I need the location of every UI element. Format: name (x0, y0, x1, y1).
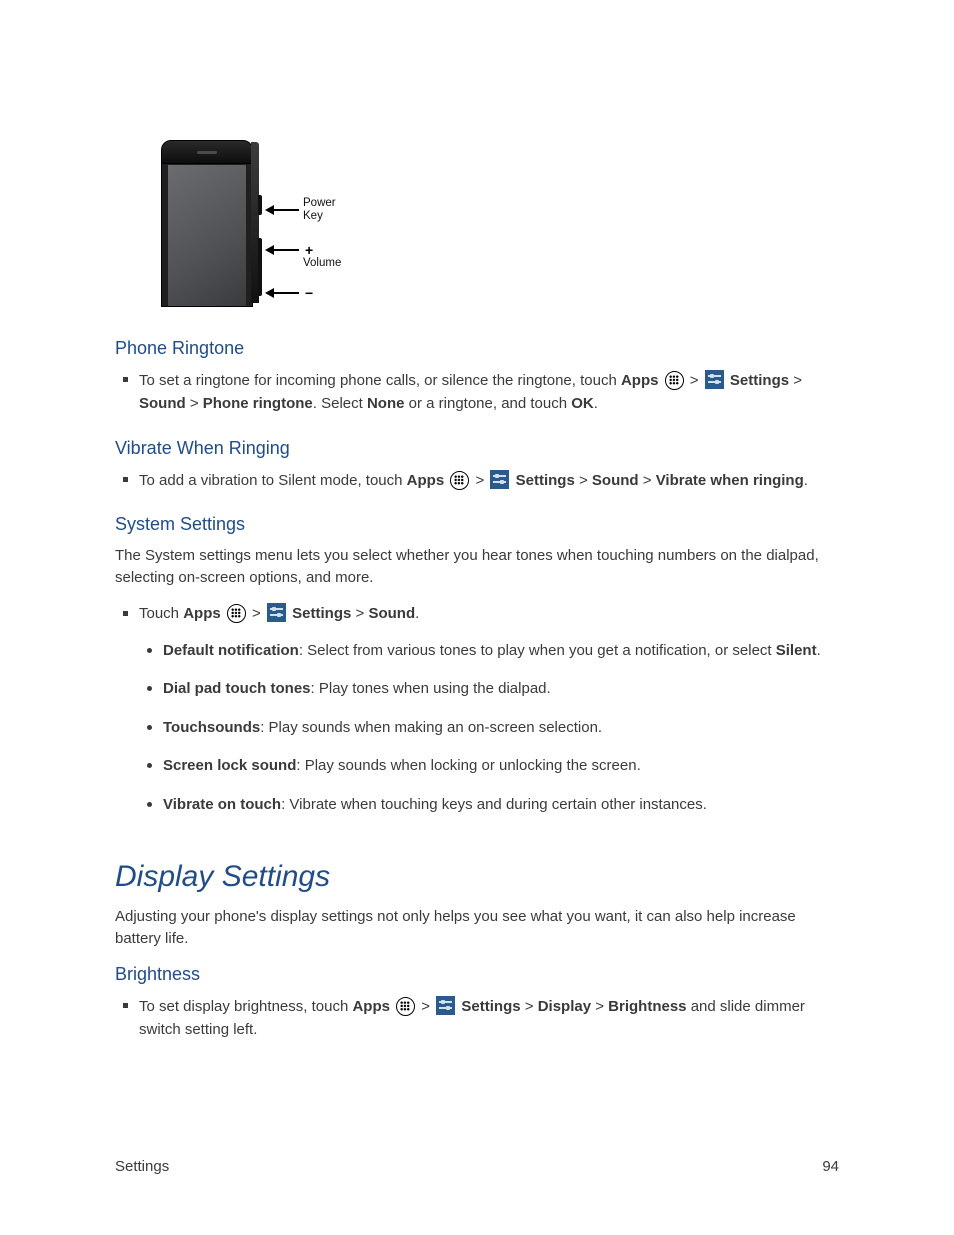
page-footer: Settings 94 (115, 1158, 839, 1175)
settings-icon (436, 996, 455, 1015)
heading-brightness: Brightness (115, 964, 839, 985)
arrow-left-icon (265, 246, 299, 254)
footer-section: Settings (115, 1158, 169, 1175)
apps-icon (665, 371, 684, 390)
settings-icon (705, 370, 724, 389)
list-item: Dial pad touch tones: Play tones when us… (139, 678, 839, 701)
settings-icon (490, 470, 509, 489)
footer-page-number: 94 (822, 1158, 839, 1175)
list-item: To set display brightness, touch Apps > … (115, 995, 839, 1042)
minus-icon: − (305, 285, 313, 301)
system-settings-intro: The System settings menu lets you select… (115, 545, 839, 589)
apps-icon (396, 997, 415, 1016)
volume-label-callout: Volume (303, 257, 341, 269)
plus-icon: + (305, 242, 313, 258)
volume-down-callout: − (265, 285, 313, 301)
apps-icon (227, 604, 246, 623)
list-item: Screen lock sound: Play sounds when lock… (139, 755, 839, 778)
heading-vibrate-when-ringing: Vibrate When Ringing (115, 438, 839, 459)
heading-phone-ringtone: Phone Ringtone (115, 338, 839, 359)
list-item: Touch Apps > Settings > Sound. Default n… (115, 602, 839, 816)
volume-label: Volume (303, 257, 341, 269)
power-key-label: Power Key (303, 197, 336, 222)
power-key-callout: Power Key (265, 197, 336, 222)
list-brightness: To set display brightness, touch Apps > … (115, 995, 839, 1042)
heading-system-settings: System Settings (115, 514, 839, 535)
arrow-left-icon (265, 206, 299, 214)
arrow-left-icon (265, 289, 299, 297)
volume-key-illustration (258, 238, 262, 296)
volume-up-callout: + (265, 242, 313, 258)
list-phone-ringtone: To set a ringtone for incoming phone cal… (115, 369, 839, 416)
list-item: To set a ringtone for incoming phone cal… (115, 369, 839, 416)
apps-icon (450, 471, 469, 490)
document-page: Power Key + Volume − Phone Ringtone To s… (0, 0, 954, 1235)
list-vibrate: To add a vibration to Silent mode, touch… (115, 469, 839, 492)
display-settings-intro: Adjusting your phone's display settings … (115, 906, 839, 950)
list-item: To add a vibration to Silent mode, touch… (115, 469, 839, 492)
power-key-illustration (258, 195, 262, 215)
list-system: Touch Apps > Settings > Sound. Default n… (115, 602, 839, 816)
sublist-system: Default notification: Select from variou… (139, 640, 839, 817)
phone-body-illustration (161, 140, 253, 307)
settings-icon (267, 603, 286, 622)
phone-keys-diagram: Power Key + Volume − (115, 140, 375, 310)
list-item: Touchsounds: Play sounds when making an … (139, 717, 839, 740)
list-item: Default notification: Select from variou… (139, 640, 839, 663)
heading-display-settings: Display Settings (115, 860, 839, 894)
list-item: Vibrate on touch: Vibrate when touching … (139, 794, 839, 817)
